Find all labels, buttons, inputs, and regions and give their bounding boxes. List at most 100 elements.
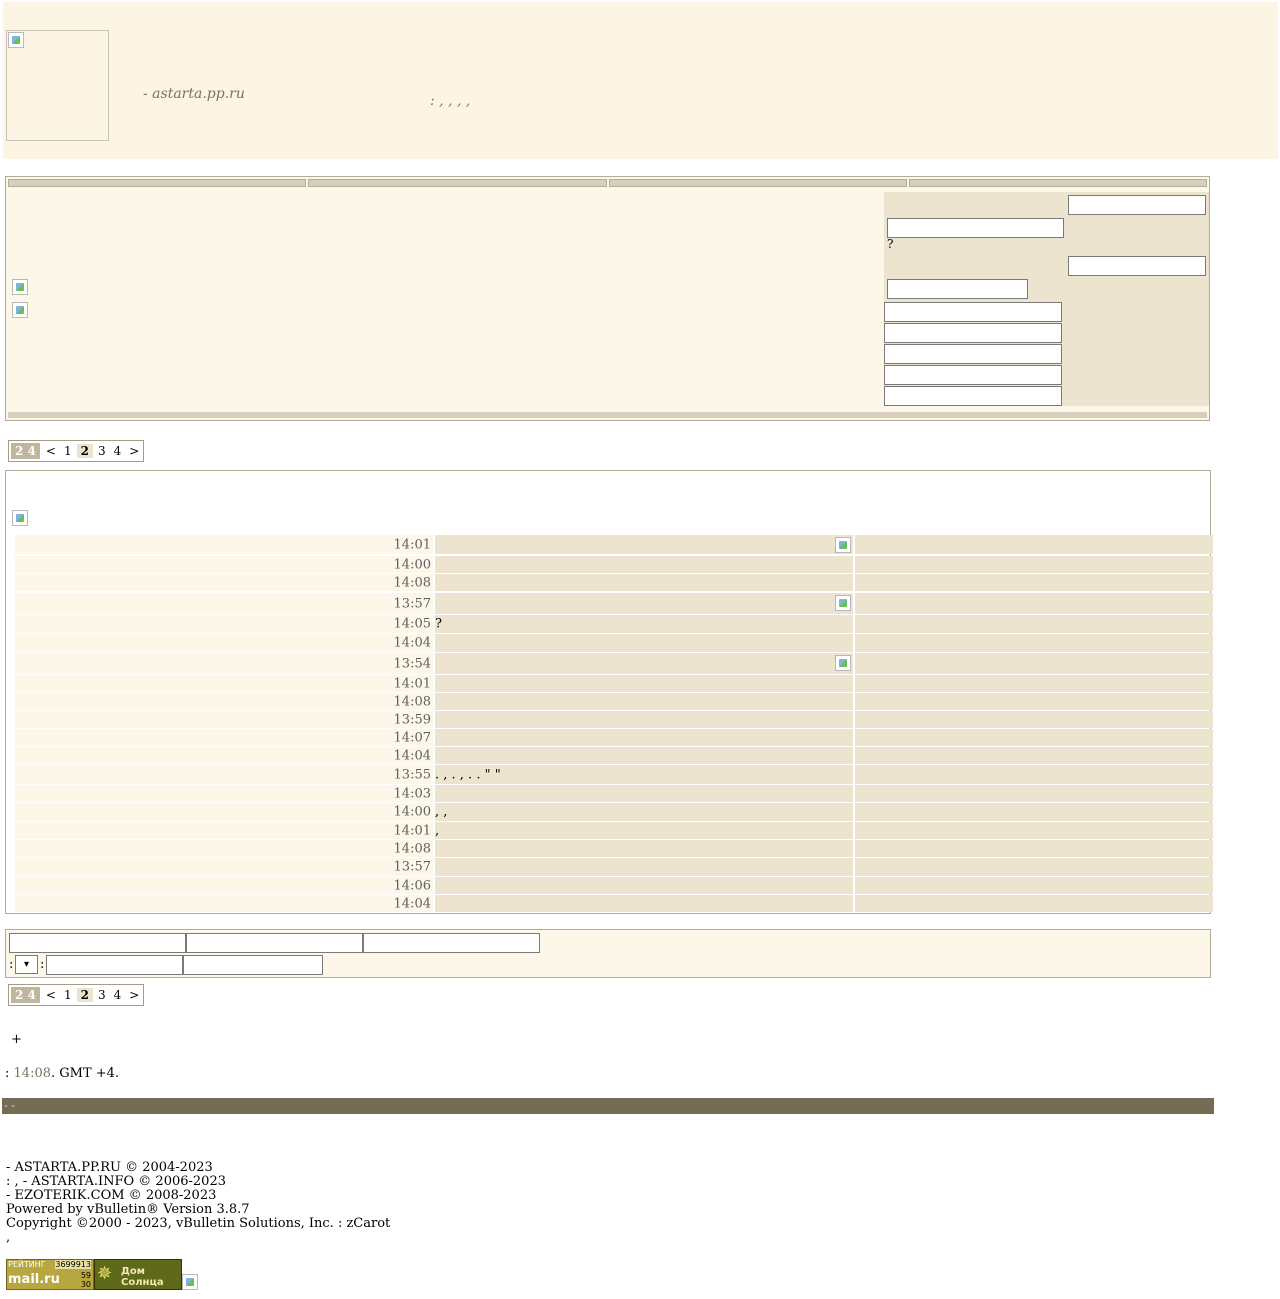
nav-tab[interactable] [608,179,907,187]
search-input[interactable] [1068,256,1206,276]
table-row[interactable]: 14:08 [11,693,1213,710]
control-button[interactable] [186,933,363,953]
stats-cell [855,574,1213,591]
thread-title-cell[interactable] [435,693,853,710]
page-link-1[interactable]: 1 [60,441,76,461]
table-row[interactable]: 14:01, [11,822,1213,839]
thread-title-cell[interactable]: , [435,822,853,839]
last-post-time: 14:01 [393,537,431,552]
last-post-cell: 14:08 [15,840,433,857]
next-page-link[interactable]: > [125,441,143,461]
order-select[interactable] [46,955,183,975]
table-row[interactable]: 14:06 [11,877,1213,894]
thread-title-cell[interactable]: . , . , . . " " [435,765,853,784]
table-row[interactable]: 14:05? [11,615,1213,633]
thread-title-cell[interactable] [435,895,853,912]
last-post-time: 14:07 [393,730,431,745]
control-button[interactable] [9,933,186,953]
time-value: 14:08 [13,1066,51,1081]
login-button[interactable] [884,302,1062,322]
table-row[interactable]: 13:59 [11,711,1213,728]
nav-tabs [8,179,1207,187]
credit-line: , [6,1230,11,1245]
calendar-button[interactable] [884,386,1062,406]
nav-tab[interactable] [308,179,607,187]
nav-tab[interactable] [908,179,1207,187]
thread-controls: : ▾ : [5,929,1211,978]
thread-title[interactable]: , , [435,805,447,820]
table-row[interactable]: 14:00 [11,556,1213,573]
page-link-4[interactable]: 4 [110,985,126,1005]
table-row[interactable]: 13:54 [11,653,1213,674]
thread-title-cell[interactable] [435,653,853,674]
thread-title-cell[interactable]: ? [435,615,853,633]
table-row[interactable]: 14:00 , , [11,803,1213,821]
thread-title-cell[interactable] [435,535,853,554]
prev-page-link[interactable]: < [42,985,60,1005]
credit-line: Powered by vBulletin® Version 3.8.7 [6,1202,250,1217]
table-row[interactable]: 14:01 [11,675,1213,692]
username-input[interactable] [1068,195,1206,215]
table-row[interactable]: 14:01 [11,535,1213,554]
mailru-counter[interactable]: РЕЙТИНГ 3699913 mail.ru 59 30 [6,1259,94,1290]
thread-title[interactable]: ? [435,617,442,632]
last-post-time: 14:05 [393,616,431,632]
stats-cell [855,675,1213,692]
stats-cell [855,785,1213,802]
table-row[interactable]: 14:04 [11,634,1213,652]
last-post-time: 13:57 [393,859,431,875]
faq-button[interactable] [884,344,1062,364]
dom-solnca-banner[interactable]: ✵ Дом Солнца [94,1259,182,1290]
table-row[interactable]: 14:08 [11,840,1213,857]
page-link-1[interactable]: 1 [60,985,76,1005]
thread-title-cell[interactable] [435,675,853,692]
thread-title-cell[interactable] [435,877,853,894]
thread-title-cell[interactable] [435,858,853,876]
site-logo[interactable] [6,30,109,141]
sort-select[interactable]: ▾ [15,955,38,974]
show-button[interactable] [183,955,323,975]
table-row[interactable]: 14:03 [11,785,1213,802]
thread-title-cell[interactable] [435,556,853,573]
prev-page-link[interactable]: < [42,441,60,461]
thread-title-cell[interactable] [435,711,853,728]
table-row[interactable]: 14:08 [11,574,1213,591]
thread-title-cell[interactable] [435,574,853,591]
table-row[interactable]: 13:57 [11,593,1213,614]
thread-title-cell[interactable] [435,840,853,857]
page-link-3[interactable]: 3 [94,985,110,1005]
site-tagline: : , , , , [430,93,471,109]
page-link-3[interactable]: 3 [94,441,110,461]
stats-cell [855,747,1213,764]
register-button[interactable] [884,323,1062,343]
password-input[interactable] [887,218,1064,238]
table-row[interactable]: 13:55 . , . , . . " " [11,765,1213,784]
broken-image-icon [8,32,24,48]
next-page-link[interactable]: > [125,985,143,1005]
new-thread-icon[interactable] [12,510,28,526]
thread-title-cell[interactable] [435,747,853,764]
last-post-cell: 13:54 [15,653,433,674]
thread-title-cell[interactable] [435,729,853,746]
table-row[interactable]: 13:57 [11,858,1213,876]
forum-icon [12,302,28,318]
remember-field[interactable] [887,279,1028,299]
thread-title-cell[interactable] [435,785,853,802]
thread-title-cell[interactable] [435,593,853,614]
members-button[interactable] [884,365,1062,385]
page-link-4[interactable]: 4 [110,441,126,461]
attachment-icon [835,537,851,553]
thread-title-cell[interactable] [435,634,853,652]
thread-title[interactable]: , [435,823,439,838]
expand-toggle[interactable]: + [11,1032,22,1047]
control-button[interactable] [363,933,540,953]
table-row[interactable]: 14:04 [11,895,1213,912]
last-post-cell: 13:57 [15,593,433,614]
nav-tab[interactable] [8,179,307,187]
stats-cell [855,858,1213,876]
thread-title[interactable]: . , . , . . " " [435,767,501,782]
table-row[interactable]: 14:04 [11,747,1213,764]
thread-title-cell[interactable]: , , [435,803,853,821]
footer-bar-text[interactable]: - - [4,1099,15,1112]
table-row[interactable]: 14:07 [11,729,1213,746]
